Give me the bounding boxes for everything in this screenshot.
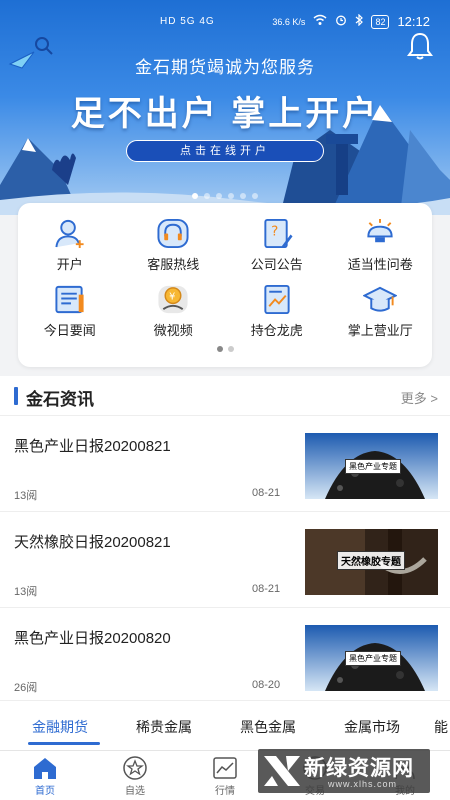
quick-item-announcement[interactable]: ? 公司公告 xyxy=(225,217,329,273)
lightbulb-icon xyxy=(367,218,393,243)
network-speed: 36.6 K/s xyxy=(272,16,306,27)
chart-doc-icon xyxy=(264,284,290,315)
clock: 12:12 xyxy=(397,14,430,29)
alarm-icon xyxy=(335,14,347,29)
active-tab-indicator xyxy=(28,742,100,745)
home-icon xyxy=(34,758,56,779)
news-thumbnail: 黑色产业专题 xyxy=(305,433,438,499)
svg-text:?: ? xyxy=(271,223,278,239)
nav-home[interactable]: 首页 xyxy=(15,755,75,797)
news-thumbnail: 天然橡胶专题 xyxy=(305,529,438,595)
watermark-logo xyxy=(264,756,300,786)
pager-dot xyxy=(228,193,234,199)
news-item[interactable]: 黑色产业日报20200820 26阅 08-20 黑色产业专题 xyxy=(0,609,450,704)
battery-level: 82 xyxy=(371,14,390,29)
quick-item-positions[interactable]: 持仓龙虎 xyxy=(225,283,329,339)
nav-watchlist[interactable]: 自选 xyxy=(105,755,165,797)
watermark-title: 新绿资源网 xyxy=(304,757,414,780)
watermark-url: www.xlhs.com xyxy=(328,779,398,789)
video-coin-icon: ¥ xyxy=(158,285,188,314)
pager-dot xyxy=(216,346,223,352)
quick-menu-card: 开户 客服热线 ? 公司公告 适当性问卷 今日要闻 ¥ 微视频 持仓龙虎 掌上营… xyxy=(18,203,432,367)
category-tabs: 金融期货 稀贵金属 黑色金属 金属市场 能 xyxy=(0,700,450,748)
more-link[interactable]: 更多 > xyxy=(401,388,438,407)
promo-banner[interactable]: HD 5G 4G 36.6 K/s 82 12:12 金石期货竭诚为您服务 足不… xyxy=(0,0,450,215)
bluetooth-icon xyxy=(355,13,364,29)
section-title: 金石资讯 xyxy=(26,390,94,409)
star-icon xyxy=(123,756,147,780)
news-date: 08-21 xyxy=(252,487,281,499)
quick-item-daily-news[interactable]: 今日要闻 xyxy=(18,283,122,339)
pager-dot xyxy=(252,193,258,199)
quick-item-hotline[interactable]: 客服热线 xyxy=(122,217,226,273)
news-title: 黑色产业日报20200821 xyxy=(14,438,171,455)
news-item[interactable]: 天然橡胶日报20200821 13阅 08-21 天然橡胶专题 xyxy=(0,513,450,608)
pager-dot xyxy=(216,193,222,199)
news-title: 天然橡胶日报20200821 xyxy=(14,534,171,551)
pager-dot xyxy=(227,346,234,352)
news-section: 金石资讯 更多 > 黑色产业日报20200821 13阅 08-21 黑色产业专… xyxy=(0,376,450,750)
news-title: 黑色产业日报20200820 xyxy=(14,630,171,647)
line-chart-icon xyxy=(213,757,237,779)
wifi-icon xyxy=(313,14,327,29)
newspaper-icon xyxy=(55,285,84,314)
signal-indicator: HD 5G 4G xyxy=(160,16,215,27)
view-count: 13阅 xyxy=(14,490,38,502)
section-accent-bar xyxy=(14,387,18,405)
tab-metals-market[interactable]: 金属市场 xyxy=(344,717,400,737)
pager-dot xyxy=(204,193,210,199)
pager-dot xyxy=(240,193,246,199)
quick-item-open-account[interactable]: 开户 xyxy=(18,217,122,273)
news-date: 08-20 xyxy=(252,679,281,691)
tab-ferrous-metals[interactable]: 黑色金属 xyxy=(240,717,296,737)
view-count: 26阅 xyxy=(14,682,38,694)
news-header: 金石资讯 更多 > xyxy=(0,376,450,416)
quick-menu-pager xyxy=(18,346,432,352)
nav-market[interactable]: 行情 xyxy=(195,755,255,797)
tab-financial-futures[interactable]: 金融期货 xyxy=(32,717,88,737)
view-count: 13阅 xyxy=(14,586,38,598)
tab-precious-metals[interactable]: 稀贵金属 xyxy=(136,717,192,737)
headset-icon xyxy=(157,218,189,249)
status-bar: HD 5G 4G 36.6 K/s 82 12:12 xyxy=(0,13,450,36)
news-date: 08-21 xyxy=(252,583,281,595)
user-add-icon xyxy=(55,219,84,249)
pager-dot xyxy=(192,193,198,199)
watermark: 新绿资源网 www.xlhs.com xyxy=(258,749,430,793)
quick-item-mobile-hall[interactable]: 掌上营业厅 xyxy=(329,283,433,339)
graduation-cap-icon xyxy=(363,286,398,312)
quick-item-micro-video[interactable]: ¥ 微视频 xyxy=(122,283,226,339)
tab-energy[interactable]: 能 xyxy=(434,717,448,737)
svg-text:¥: ¥ xyxy=(169,292,175,303)
news-thumbnail: 黑色产业专题 xyxy=(305,625,438,691)
notice-icon: ? xyxy=(264,218,293,249)
news-item[interactable]: 黑色产业日报20200821 13阅 08-21 黑色产业专题 xyxy=(0,417,450,512)
open-account-button[interactable]: 点击在线开户 xyxy=(126,140,324,162)
banner-slogan: 金石期货竭诚为您服务 xyxy=(135,58,315,77)
banner-pager xyxy=(0,193,450,199)
quick-item-survey[interactable]: 适当性问卷 xyxy=(329,217,433,273)
